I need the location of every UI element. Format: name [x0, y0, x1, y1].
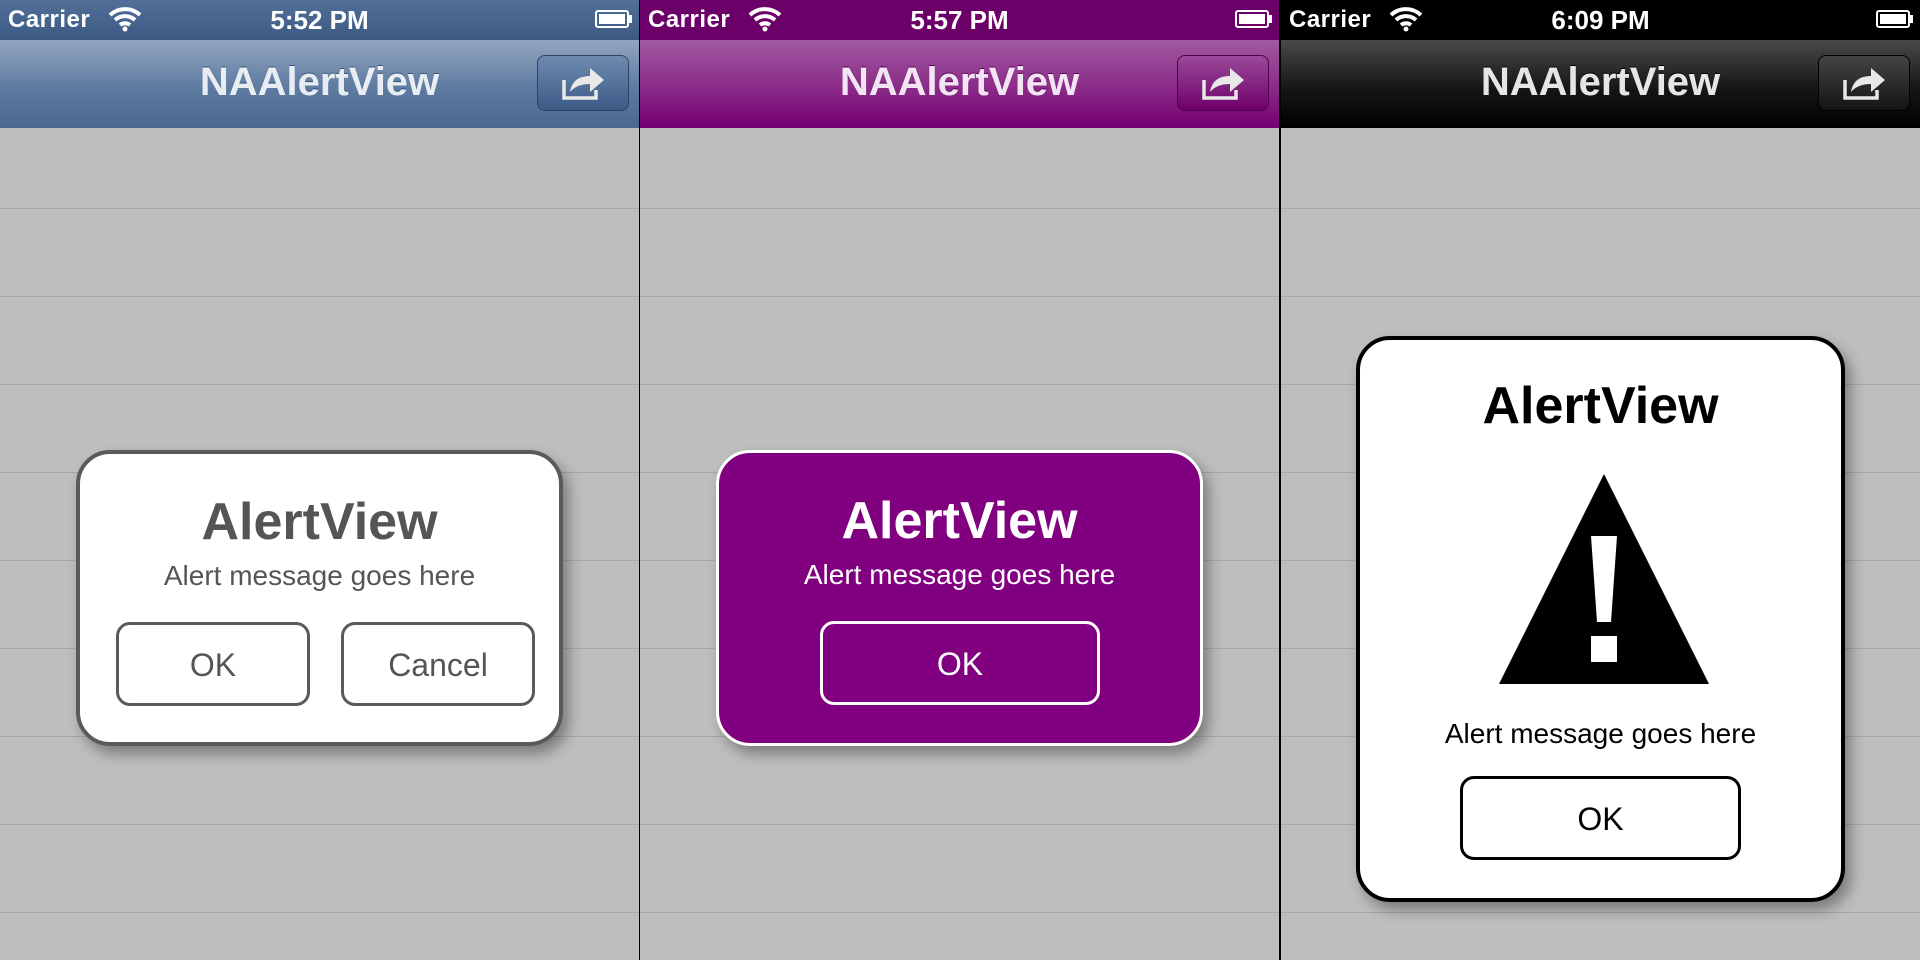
phone-screen-blue: Carrier 5:52 PM NAAlertView AlertView Al…: [0, 0, 639, 960]
share-button[interactable]: [1177, 55, 1269, 111]
warning-icon: [1499, 474, 1709, 684]
status-time: 5:52 PM: [270, 5, 369, 35]
alert-message: Alert message goes here: [1444, 718, 1757, 749]
phone-screen-black: Carrier 6:09 PM NAAlertView AlertView Al…: [1281, 0, 1920, 960]
alert-message: Alert message goes here: [163, 560, 476, 591]
alert-view: AlertView Alert message goes here OK: [1356, 336, 1845, 902]
alert-view: AlertView Alert message goes here OK Can…: [76, 450, 563, 746]
content-area: AlertView Alert message goes here OK: [1281, 128, 1920, 960]
status-bar: Carrier 6:09 PM: [1281, 0, 1920, 40]
phone-screen-purple: Carrier 5:57 PM NAAlertView AlertView Al…: [640, 0, 1279, 960]
status-time: 5:57 PM: [910, 5, 1009, 35]
ok-button[interactable]: OK: [1460, 776, 1741, 860]
battery-icon: [595, 10, 632, 28]
content-area: AlertView Alert message goes here OK: [640, 128, 1279, 960]
share-button[interactable]: [537, 55, 629, 111]
battery-icon: [1876, 10, 1913, 28]
alert-title: AlertView: [201, 493, 438, 551]
share-icon: [562, 68, 604, 100]
navigation-bar: NAAlertView: [0, 40, 639, 129]
cancel-button[interactable]: Cancel: [341, 622, 535, 706]
navigation-bar: NAAlertView: [640, 40, 1279, 129]
alert-title: AlertView: [1482, 377, 1719, 435]
ok-button[interactable]: OK: [116, 622, 310, 706]
share-icon: [1202, 68, 1244, 100]
content-area: AlertView Alert message goes here OK Can…: [0, 128, 639, 960]
status-bar: Carrier 5:57 PM: [640, 0, 1279, 40]
navigation-bar: NAAlertView: [1281, 40, 1920, 129]
status-time: 6:09 PM: [1551, 5, 1650, 35]
ok-button[interactable]: OK: [820, 621, 1100, 705]
screenshot-collage: Carrier 5:52 PM NAAlertView AlertView Al…: [0, 0, 1920, 960]
alert-message: Alert message goes here: [803, 559, 1116, 590]
alert-view: AlertView Alert message goes here OK: [716, 450, 1203, 746]
share-button[interactable]: [1818, 55, 1910, 111]
status-bar: Carrier 5:52 PM: [0, 0, 639, 40]
alert-title: AlertView: [841, 492, 1078, 550]
battery-icon: [1235, 10, 1272, 28]
share-icon: [1843, 68, 1885, 100]
